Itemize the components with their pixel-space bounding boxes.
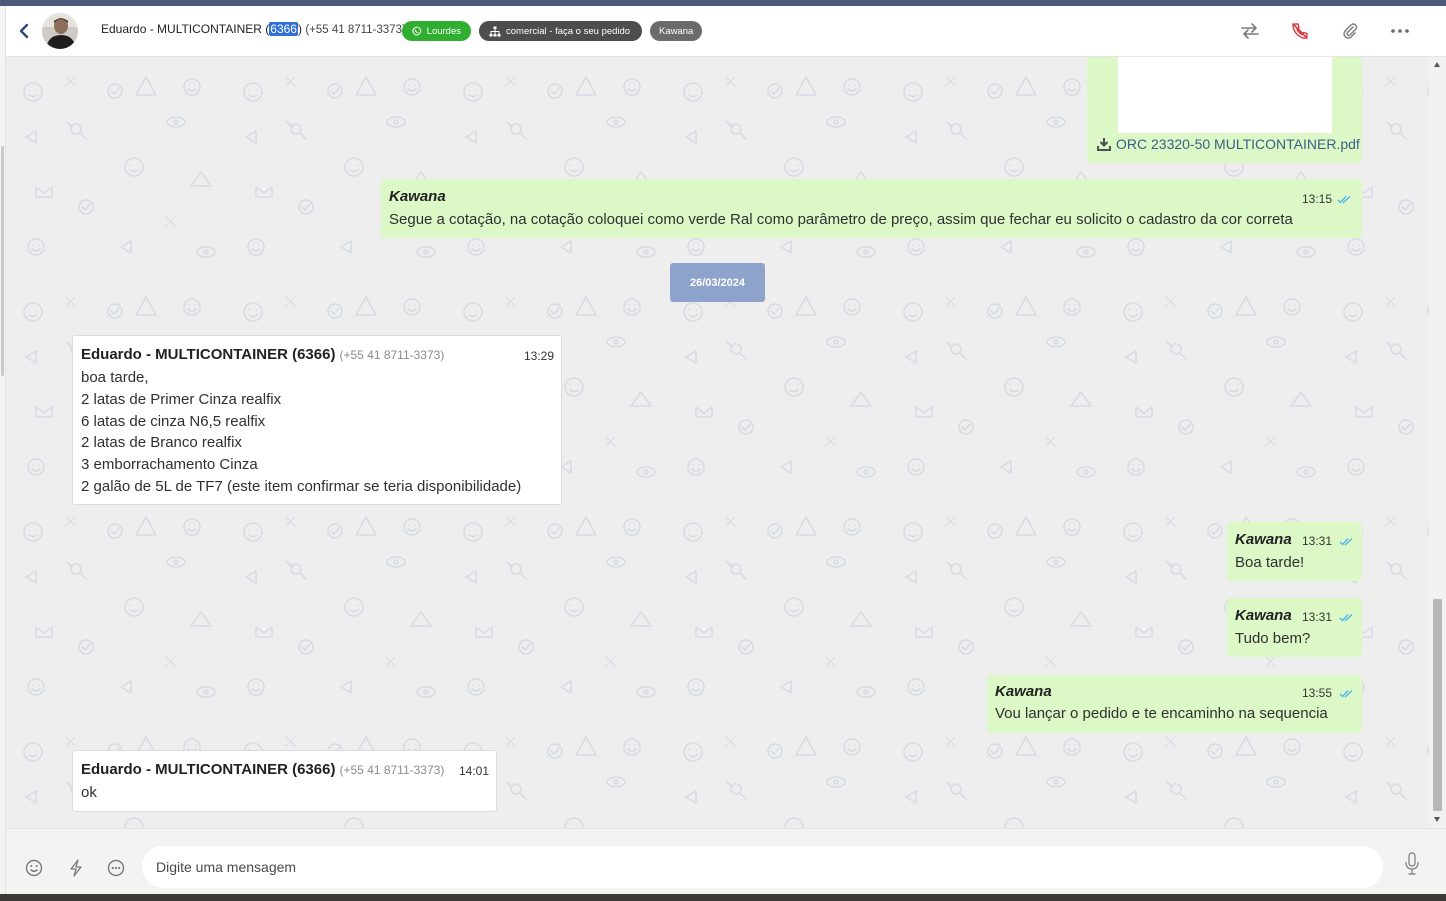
pdf-download-link[interactable]: ORC 23320-50 MULTICONTAINER.pdf: [1097, 136, 1360, 152]
message-sender-phone: (+55 41 8711-3373): [339, 348, 445, 362]
read-ticks-icon: [1337, 195, 1351, 204]
pdf-file-name: ORC 23320-50 MULTICONTAINER.pdf: [1116, 136, 1360, 152]
date-separator: 26/03/2024: [670, 263, 765, 302]
message-sender-name: Eduardo - MULTICONTAINER (6366): [81, 761, 336, 778]
message-input[interactable]: [142, 846, 1383, 888]
message-bubble-outgoing: Kawana 13:55 Vou lançar o pedido e te en…: [987, 675, 1362, 733]
message-sender: Kawana: [1235, 531, 1292, 548]
message-sender-name: Eduardo - MULTICONTAINER (6366): [81, 346, 336, 363]
download-icon: [1097, 138, 1111, 151]
message-time: 14:01: [459, 764, 490, 778]
whatsapp-icon: [412, 26, 422, 36]
contact-phone: (+55 41 8711-3373): [305, 24, 406, 36]
message-text: Boa tarde!: [1235, 554, 1305, 571]
message-sender: Eduardo - MULTICONTAINER (6366) (+55 41 8…: [81, 346, 444, 363]
message-bubble-outgoing: Kawana 13:15 Segue a cotação, na cotação…: [381, 179, 1362, 238]
contact-name: Eduardo - MULTICONTAINER (6366) (+55 41 …: [101, 22, 406, 36]
tag-lourdes-label: Lourdes: [426, 25, 461, 37]
tag-kawana-label: Kawana: [659, 25, 694, 37]
read-ticks-icon: [1339, 613, 1353, 622]
message-time: 13:29: [524, 349, 555, 363]
message-text: Tudo bem?: [1235, 630, 1311, 647]
message-text: Segue a cotação, na cotação coloquei com…: [389, 211, 1293, 228]
attach-icon: [1343, 23, 1358, 39]
chat-scrollbar[interactable]: [1429, 57, 1446, 828]
contact-avatar[interactable]: [42, 13, 78, 49]
message-bubble-outgoing: Kawana 13:31 Tudo bem?: [1227, 598, 1362, 657]
emoji-button[interactable]: [24, 858, 44, 878]
message-line: 2 latas de Branco realfix: [81, 434, 242, 452]
contact-id-highlight: 6366: [269, 22, 298, 36]
attach-button[interactable]: [1339, 20, 1361, 42]
scroll-down-arrow-icon[interactable]: [1434, 817, 1440, 822]
chat-options-button[interactable]: [106, 858, 126, 878]
message-sender: Eduardo - MULTICONTAINER (6366) (+55 41 8…: [81, 761, 444, 778]
message-time: 13:31: [1302, 534, 1333, 548]
scrollbar-thumb[interactable]: [1433, 599, 1442, 811]
message-bubble-incoming: Eduardo - MULTICONTAINER (6366) (+55 41 8…: [72, 335, 562, 505]
chat-header: Eduardo - MULTICONTAINER (6366) (+55 41 …: [6, 6, 1446, 57]
left-panel-scrollbar[interactable]: [1, 146, 4, 376]
message-text: ok: [81, 784, 97, 801]
more-options-button[interactable]: [1389, 20, 1411, 42]
message-bubble-incoming: Eduardo - MULTICONTAINER (6366) (+55 41 8…: [72, 750, 497, 812]
end-call-icon: [1292, 23, 1308, 39]
message-text: Vou lançar o pedido e te encaminho na se…: [995, 705, 1328, 722]
tag-comercial[interactable]: comercial - faça o seu pedido: [479, 21, 642, 41]
message-time: 13:31: [1302, 610, 1333, 624]
message-line: boa tarde,: [81, 369, 149, 386]
transfer-button[interactable]: [1239, 20, 1261, 42]
end-call-button[interactable]: [1289, 20, 1311, 42]
chat-options-icon: [107, 859, 125, 877]
pdf-preview-thumbnail[interactable]: [1118, 57, 1332, 133]
microphone-icon: [1405, 852, 1419, 875]
message-line: 3 emborrachamento Cinza: [81, 456, 258, 474]
contact-name-text: Eduardo - MULTICONTAINER: [101, 22, 266, 36]
tag-comercial-label: comercial - faça o seu pedido: [506, 25, 631, 37]
chevron-left-icon: [19, 23, 29, 39]
back-button[interactable]: [16, 21, 32, 41]
message-sender-phone: (+55 41 8711-3373): [339, 763, 445, 777]
quick-reply-icon: [70, 859, 82, 877]
message-sender: Kawana: [995, 683, 1052, 700]
quick-reply-button[interactable]: [66, 858, 86, 878]
more-icon: [1391, 29, 1409, 33]
message-composer: [6, 828, 1446, 894]
message-time: 13:15: [1302, 192, 1333, 206]
read-ticks-icon: [1339, 689, 1353, 698]
message-line: 2 galão de 5L de TF7 (este item confirma…: [81, 478, 522, 495]
chat-messages-area[interactable]: ORC 23320-50 MULTICONTAINER.pdf Kawana 1…: [6, 57, 1429, 828]
microphone-button[interactable]: [1402, 852, 1422, 875]
read-ticks-icon: [1339, 537, 1353, 546]
message-time: 13:55: [1302, 686, 1333, 700]
emoji-icon: [25, 859, 43, 877]
transfer-icon: [1241, 23, 1259, 39]
tag-lourdes[interactable]: Lourdes: [402, 21, 471, 41]
message-line: 6 latas de cinza N6,5 realfix: [81, 412, 266, 430]
message-sender: Kawana: [1235, 607, 1292, 624]
pdf-attachment-bubble[interactable]: ORC 23320-50 MULTICONTAINER.pdf: [1087, 57, 1362, 163]
scroll-up-arrow-icon[interactable]: [1434, 62, 1440, 67]
taskbar-edge: [0, 894, 1446, 901]
message-line: 2 latas de Primer Cinza realfix: [81, 390, 282, 408]
tag-kawana[interactable]: Kawana: [650, 21, 702, 41]
message-sender: Kawana: [389, 188, 446, 205]
message-bubble-outgoing: Kawana 13:31 Boa tarde!: [1227, 522, 1362, 581]
sitemap-icon: [489, 26, 501, 36]
